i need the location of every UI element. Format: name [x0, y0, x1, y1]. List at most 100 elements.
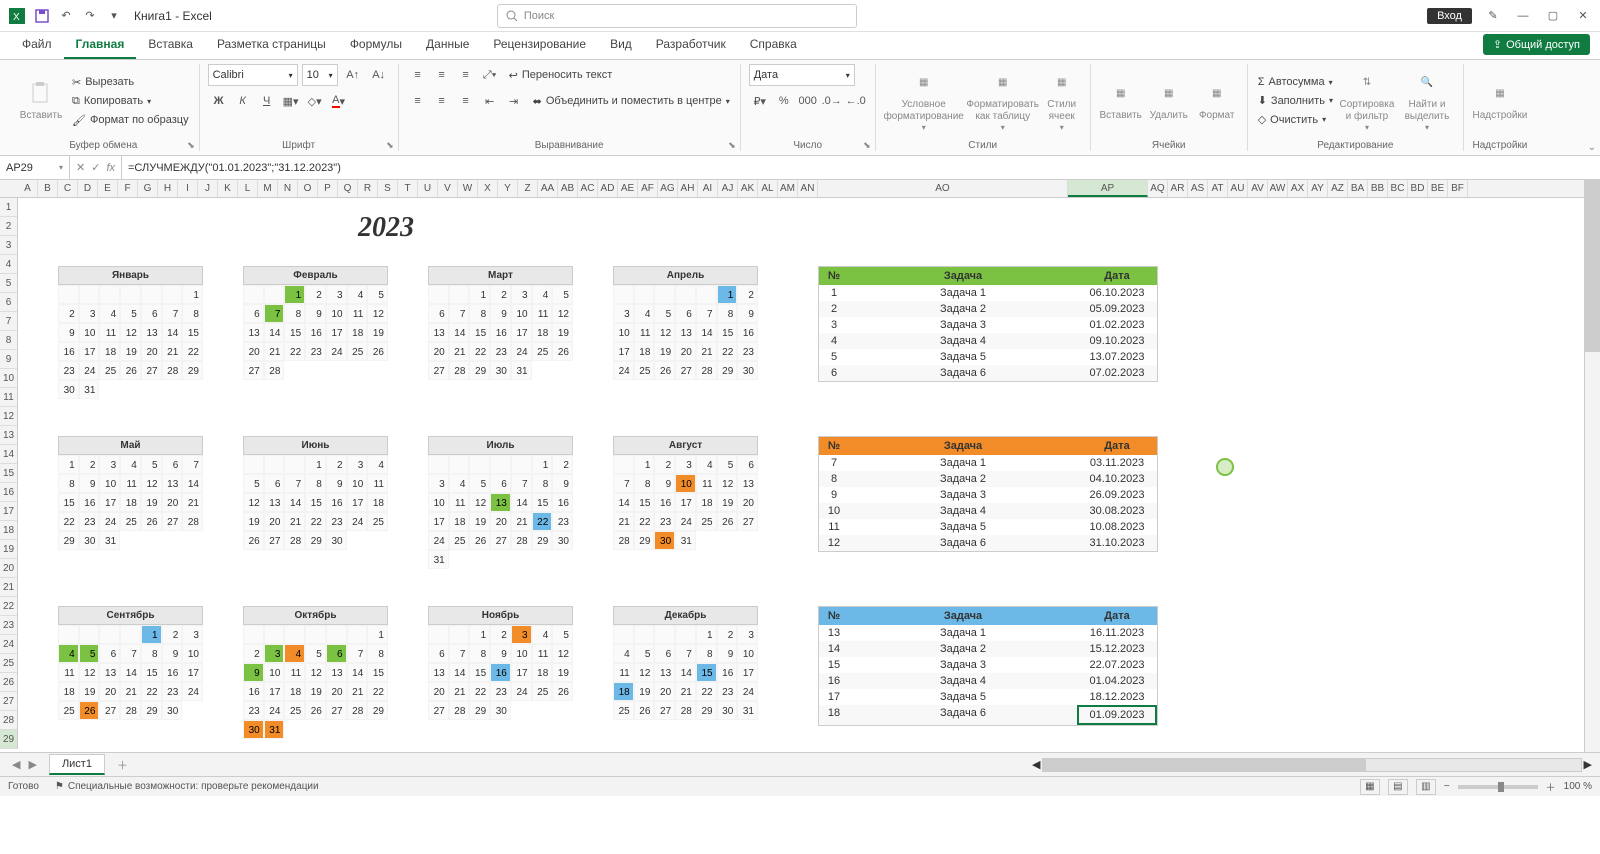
calendar-day[interactable]: 17 — [347, 493, 368, 512]
row-header[interactable]: 28 — [0, 711, 17, 730]
calendar-day[interactable]: 2 — [654, 455, 675, 474]
calendar-day[interactable]: 24 — [675, 512, 696, 531]
calendar-day[interactable]: 2 — [490, 285, 511, 304]
col-header[interactable]: X — [478, 180, 498, 197]
calendar-day[interactable]: 11 — [532, 304, 553, 323]
row-header[interactable]: 9 — [0, 350, 17, 369]
table-row[interactable]: 7Задача 103.11.2023 — [819, 455, 1157, 471]
calendar-day[interactable]: 31 — [99, 531, 120, 550]
calendar-day[interactable]: 17 — [675, 493, 696, 512]
table-row[interactable]: 15Задача 322.07.2023 — [819, 657, 1157, 673]
calendar-day[interactable]: 24 — [428, 531, 449, 550]
cell-date[interactable]: 06.10.2023 — [1077, 285, 1157, 301]
calendar-day[interactable]: 18 — [99, 342, 120, 361]
copy-button[interactable]: ⧉Копировать▾ — [70, 93, 191, 110]
calendar-day[interactable]: 13 — [428, 323, 449, 342]
calendar-day[interactable]: 22 — [367, 682, 388, 701]
calendar-day[interactable]: 21 — [696, 342, 717, 361]
calendar-day[interactable]: 14 — [613, 493, 634, 512]
bold-icon[interactable]: Ж — [208, 90, 230, 112]
calendar-day[interactable]: 5 — [243, 474, 264, 493]
autosum-button[interactable]: ΣАвтосумма▾ — [1256, 74, 1335, 90]
cell-date[interactable]: 01.04.2023 — [1077, 673, 1157, 689]
calendar-day[interactable]: 29 — [532, 531, 553, 550]
zoom-in-icon[interactable]: ＋ — [1546, 779, 1556, 794]
row-header[interactable]: 1 — [0, 198, 17, 217]
calendar-day[interactable]: 7 — [613, 474, 634, 493]
cell-date[interactable]: 04.10.2023 — [1077, 471, 1157, 487]
sheet-tab[interactable]: Лист1 — [49, 754, 105, 775]
calendar-day[interactable]: 31 — [511, 361, 532, 380]
col-header[interactable]: Y — [498, 180, 518, 197]
calendar-day[interactable]: 2 — [79, 455, 100, 474]
calendar-day[interactable]: 28 — [347, 701, 368, 720]
calendar-day[interactable]: 1 — [717, 285, 738, 304]
row-header[interactable]: 21 — [0, 578, 17, 597]
col-header[interactable]: BC — [1388, 180, 1408, 197]
calendar-day[interactable]: 27 — [675, 361, 696, 380]
calendar-day[interactable]: 13 — [264, 493, 285, 512]
row-header[interactable]: 18 — [0, 521, 17, 540]
table-row[interactable]: 18Задача 601.09.2023 — [819, 705, 1157, 725]
calendar-day[interactable]: 4 — [696, 455, 717, 474]
calendar-day[interactable]: 25 — [367, 512, 388, 531]
paste-button[interactable]: Вставить — [16, 80, 66, 122]
calendar-day[interactable]: 18 — [532, 663, 553, 682]
calendar-day[interactable]: 2 — [737, 285, 758, 304]
col-header[interactable]: L — [238, 180, 258, 197]
calendar-day[interactable]: 22 — [469, 342, 490, 361]
calendar-day[interactable]: 25 — [99, 361, 120, 380]
cell-task[interactable]: Задача 5 — [849, 689, 1077, 705]
currency-icon[interactable]: ₽▾ — [749, 90, 771, 112]
format-as-table-button[interactable]: ▦Форматировать как таблицу▾ — [968, 69, 1038, 133]
calendar-day[interactable]: 12 — [469, 493, 490, 512]
tab-главная[interactable]: Главная — [64, 31, 137, 59]
calendar-day[interactable]: 10 — [326, 304, 347, 323]
col-header[interactable]: E — [98, 180, 118, 197]
calendar-day[interactable]: 8 — [717, 304, 738, 323]
calendar-day[interactable]: 6 — [490, 474, 511, 493]
addins-button[interactable]: ▦Надстройки — [1472, 80, 1528, 122]
cell-task[interactable]: Задача 2 — [849, 471, 1077, 487]
calendar-day[interactable]: 13 — [490, 493, 511, 512]
page-break-view-icon[interactable]: ▥ — [1416, 779, 1436, 795]
cell-num[interactable]: 8 — [819, 471, 849, 487]
cell-task[interactable]: Задача 2 — [849, 301, 1077, 317]
calendar-day[interactable]: 4 — [532, 285, 553, 304]
cell-date[interactable]: 26.09.2023 — [1077, 487, 1157, 503]
row-header[interactable]: 4 — [0, 255, 17, 274]
calendar-day[interactable]: 2 — [243, 644, 264, 663]
calendar-day[interactable]: 2 — [58, 304, 79, 323]
increase-font-icon[interactable]: A↑ — [342, 64, 364, 86]
col-header[interactable]: M — [258, 180, 278, 197]
comma-icon[interactable]: 000 — [797, 90, 819, 112]
calendar-day[interactable]: 15 — [532, 493, 553, 512]
calendar-day[interactable]: 15 — [469, 323, 490, 342]
calendar-day[interactable]: 26 — [469, 531, 490, 550]
calendar-day[interactable]: 26 — [634, 701, 655, 720]
cell-num[interactable]: 3 — [819, 317, 849, 333]
calendar-day[interactable]: 9 — [79, 474, 100, 493]
cell-date[interactable]: 31.10.2023 — [1077, 535, 1157, 551]
col-header[interactable]: BB — [1368, 180, 1388, 197]
calendar-day[interactable]: 5 — [367, 285, 388, 304]
row-header[interactable]: 16 — [0, 483, 17, 502]
calendar-day[interactable]: 25 — [449, 531, 470, 550]
calendar-day[interactable]: 22 — [634, 512, 655, 531]
calendar-day[interactable]: 27 — [326, 701, 347, 720]
cell-task[interactable]: Задача 6 — [849, 535, 1077, 551]
row-header[interactable]: 5 — [0, 274, 17, 293]
calendar-day[interactable]: 26 — [367, 342, 388, 361]
calendar-day[interactable]: 10 — [511, 304, 532, 323]
align-bottom-icon[interactable]: ≡ — [455, 64, 477, 86]
col-header[interactable]: AB — [558, 180, 578, 197]
calendar-day[interactable]: 29 — [469, 701, 490, 720]
sheet-nav-next-icon[interactable]: ▶ — [24, 758, 40, 771]
cell-task[interactable]: Задача 6 — [849, 705, 1077, 725]
col-header[interactable]: AF — [638, 180, 658, 197]
zoom-out-icon[interactable]: − — [1444, 781, 1450, 792]
tab-справка[interactable]: Справка — [738, 31, 809, 59]
calendar-day[interactable]: 16 — [243, 682, 264, 701]
row-header[interactable]: 23 — [0, 616, 17, 635]
calendar-day[interactable]: 15 — [284, 323, 305, 342]
